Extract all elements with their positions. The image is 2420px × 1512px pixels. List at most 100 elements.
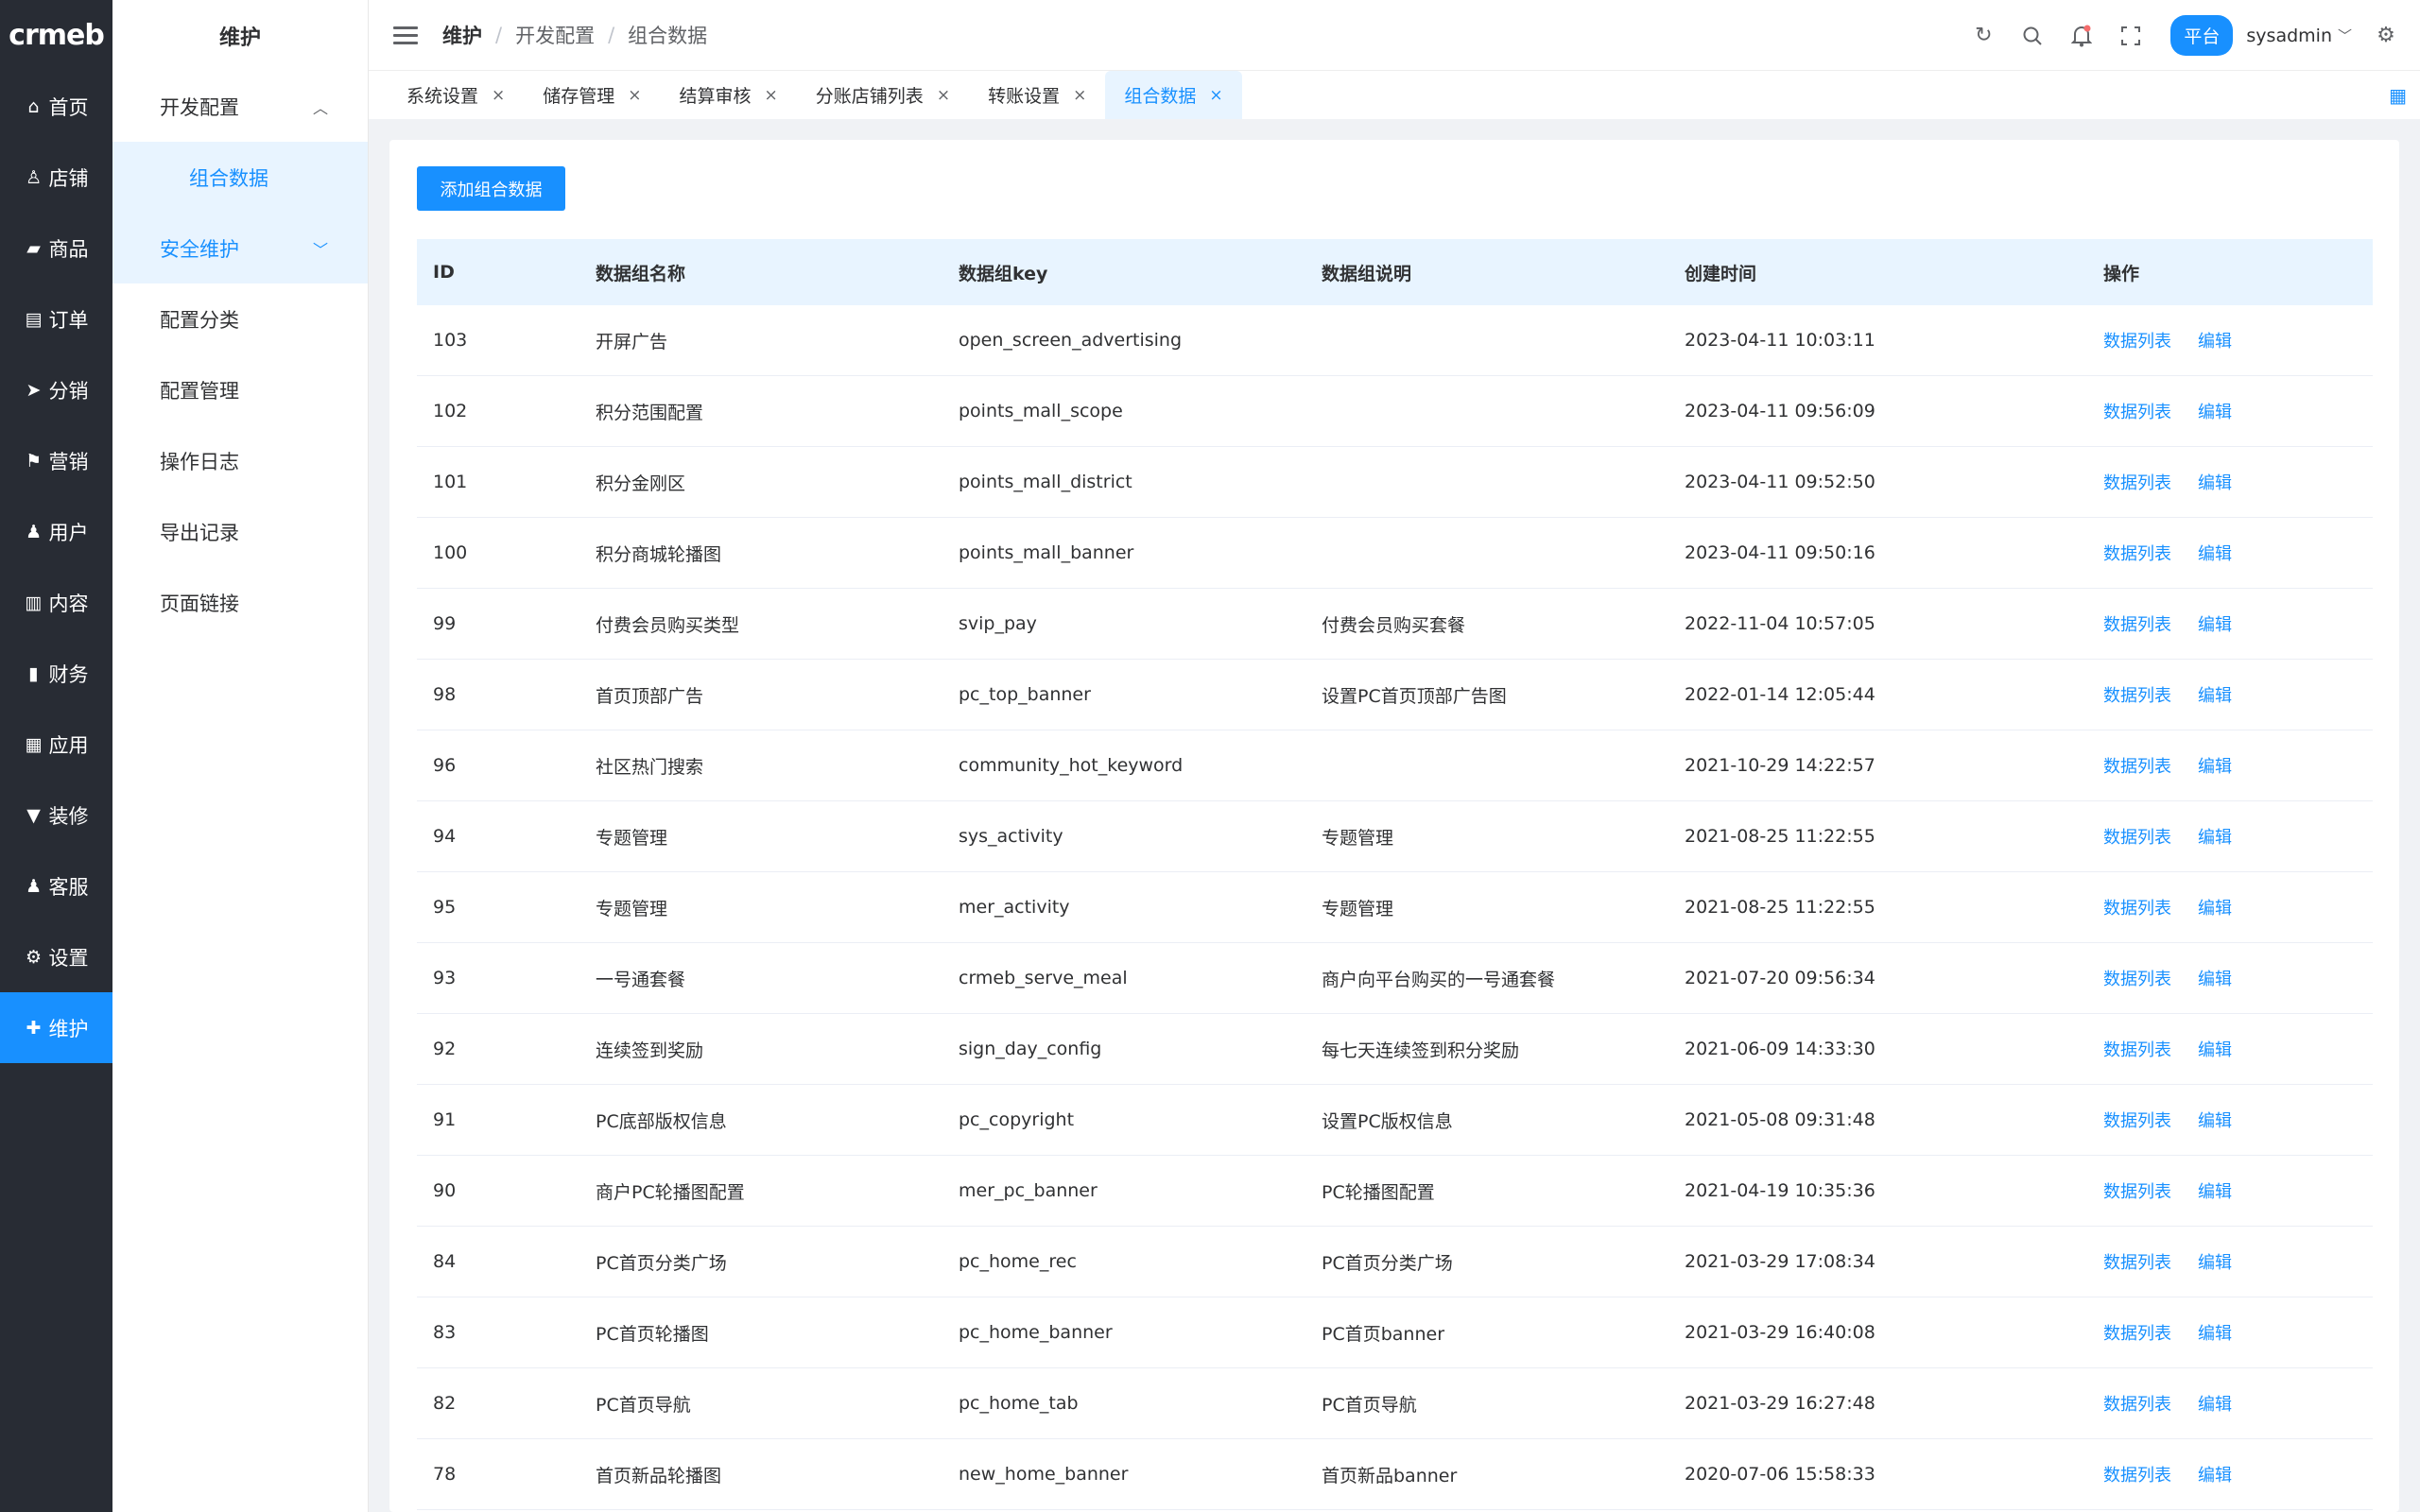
rail-item[interactable]: ♙ 店铺: [0, 142, 112, 213]
edit-link[interactable]: 编辑: [2198, 399, 2232, 423]
close-icon[interactable]: ×: [1209, 86, 1222, 105]
notification-bell-icon[interactable]: [2057, 11, 2106, 60]
cell-name: PC首页轮播图: [596, 1323, 709, 1345]
data-list-link[interactable]: 数据列表: [2103, 824, 2171, 849]
cell-time: 2021-03-29 16:40:08: [1685, 1322, 1876, 1343]
rail-item[interactable]: ♟ 用户: [0, 496, 112, 567]
edit-link[interactable]: 编辑: [2198, 753, 2232, 778]
data-list-link[interactable]: 数据列表: [2103, 541, 2171, 565]
page-tab[interactable]: 储存管理 ×: [524, 71, 660, 119]
page-tab[interactable]: 转账设置 ×: [969, 71, 1105, 119]
rail-item[interactable]: ▮ 财务: [0, 638, 112, 709]
page-tab[interactable]: 系统设置 ×: [388, 71, 524, 119]
data-list-link[interactable]: 数据列表: [2103, 1391, 2171, 1416]
submenu-item[interactable]: 配置分类: [112, 284, 368, 354]
submenu-group-security[interactable]: 安全维护 ﹀: [112, 213, 368, 284]
refresh-icon[interactable]: ↻: [1959, 11, 2008, 60]
apps-icon: ▦: [25, 733, 43, 755]
data-list-link[interactable]: 数据列表: [2103, 399, 2171, 423]
table-row: 99 付费会员购买类型 svip_pay 付费会员购买套餐 2022-11-04 10:…: [417, 589, 2373, 660]
submenu-item[interactable]: 配置管理: [112, 354, 368, 425]
rail-item[interactable]: ▰ 商品: [0, 213, 112, 284]
submenu-item-combo-data[interactable]: 组合数据: [112, 142, 368, 213]
tabs-menu-grid-icon[interactable]: ▦: [2389, 84, 2407, 107]
cell-ops: 数据列表 编辑: [2093, 328, 2373, 352]
edit-link[interactable]: 编辑: [2198, 541, 2232, 565]
data-list-link[interactable]: 数据列表: [2103, 328, 2171, 352]
edit-link[interactable]: 编辑: [2198, 328, 2232, 352]
rail-item[interactable]: ⚙ 设置: [0, 921, 112, 992]
edit-link[interactable]: 编辑: [2198, 1249, 2232, 1274]
table-row: 103 开屏广告 open_screen_advertising 2023-04-11…: [417, 305, 2373, 376]
cell-key: points_mall_scope: [959, 401, 1123, 421]
data-list-link[interactable]: 数据列表: [2103, 753, 2171, 778]
data-list-link[interactable]: 数据列表: [2103, 1037, 2171, 1061]
close-icon[interactable]: ×: [492, 86, 505, 105]
chevron-down-icon[interactable]: ﹀: [2338, 26, 2352, 45]
data-list-link[interactable]: 数据列表: [2103, 895, 2171, 919]
rail-item[interactable]: ✚ 维护: [0, 992, 112, 1063]
rail-item[interactable]: ▼ 装修: [0, 780, 112, 850]
rail-item-label: 客服: [48, 875, 89, 899]
edit-link[interactable]: 编辑: [2198, 824, 2232, 849]
edit-link[interactable]: 编辑: [2198, 895, 2232, 919]
close-icon[interactable]: ×: [1073, 86, 1086, 105]
edit-link[interactable]: 编辑: [2198, 470, 2232, 494]
rail-item[interactable]: ⚑ 营销: [0, 425, 112, 496]
data-list-link[interactable]: 数据列表: [2103, 1108, 2171, 1132]
platform-badge[interactable]: 平台: [2170, 15, 2234, 56]
breadcrumb-level2: 组合数据: [628, 25, 708, 47]
page-tab[interactable]: 分账店铺列表 ×: [797, 71, 969, 119]
user-menu[interactable]: sysadmin: [2246, 26, 2332, 46]
edit-link[interactable]: 编辑: [2198, 1320, 2232, 1345]
edit-link[interactable]: 编辑: [2198, 966, 2232, 990]
data-list-link[interactable]: 数据列表: [2103, 966, 2171, 990]
rail-item-label: 首页: [48, 95, 89, 119]
data-list-link[interactable]: 数据列表: [2103, 1320, 2171, 1345]
edit-link[interactable]: 编辑: [2198, 1462, 2232, 1486]
cell-key: points_mall_district: [959, 472, 1132, 492]
submenu-title: 维护: [218, 26, 261, 50]
edit-link[interactable]: 编辑: [2198, 682, 2232, 707]
settings-gear-icon[interactable]: ⚙: [2361, 11, 2411, 60]
data-list-link[interactable]: 数据列表: [2103, 470, 2171, 494]
submenu-item[interactable]: 导出记录: [112, 496, 368, 567]
rail-item[interactable]: ⌂ 首页: [0, 71, 112, 142]
close-icon[interactable]: ×: [628, 86, 641, 105]
rail-item[interactable]: ▦ 应用: [0, 709, 112, 780]
brand-logo[interactable]: crmeb: [0, 0, 112, 71]
content-card: 添加组合数据 ID 数据组名称 数据组key 数据组说明 创建时间 操作 103…: [389, 140, 2399, 1512]
menu-collapse-icon[interactable]: [393, 26, 418, 44]
page-tab[interactable]: 结算审核 ×: [661, 71, 797, 119]
rail-item[interactable]: ▤ 订单: [0, 284, 112, 354]
cell-key: pc_home_tab: [959, 1393, 1079, 1414]
edit-link[interactable]: 编辑: [2198, 1108, 2232, 1132]
data-list-link[interactable]: 数据列表: [2103, 682, 2171, 707]
service-icon: ♟: [25, 875, 43, 897]
add-combo-data-button[interactable]: 添加组合数据: [417, 166, 565, 211]
page-tab[interactable]: 组合数据 ×: [1105, 71, 1242, 119]
cell-ops: 数据列表 编辑: [2093, 966, 2373, 990]
close-icon[interactable]: ×: [937, 86, 950, 105]
cell-desc: 付费会员购买套餐: [1322, 614, 1466, 636]
rail-item[interactable]: ➤ 分销: [0, 354, 112, 425]
submenu-item[interactable]: 操作日志: [112, 425, 368, 496]
cell-time: 2022-01-14 12:05:44: [1685, 684, 1876, 705]
rail-item[interactable]: ♟ 客服: [0, 850, 112, 921]
data-list-link[interactable]: 数据列表: [2103, 611, 2171, 636]
rail-item-label: 内容: [48, 592, 89, 615]
data-list-link[interactable]: 数据列表: [2103, 1462, 2171, 1486]
submenu-item[interactable]: 页面链接: [112, 567, 368, 638]
rail-item[interactable]: ▥ 内容: [0, 567, 112, 638]
search-icon[interactable]: [2008, 11, 2057, 60]
edit-link[interactable]: 编辑: [2198, 1037, 2232, 1061]
fullscreen-icon[interactable]: [2106, 11, 2155, 60]
data-list-link[interactable]: 数据列表: [2103, 1178, 2171, 1203]
edit-link[interactable]: 编辑: [2198, 1391, 2232, 1416]
edit-link[interactable]: 编辑: [2198, 611, 2232, 636]
data-list-link[interactable]: 数据列表: [2103, 1249, 2171, 1274]
cell-ops: 数据列表 编辑: [2093, 1320, 2373, 1345]
close-icon[interactable]: ×: [765, 86, 778, 105]
submenu-group-dev-config[interactable]: 开发配置 ︿: [112, 71, 368, 142]
edit-link[interactable]: 编辑: [2198, 1178, 2232, 1203]
